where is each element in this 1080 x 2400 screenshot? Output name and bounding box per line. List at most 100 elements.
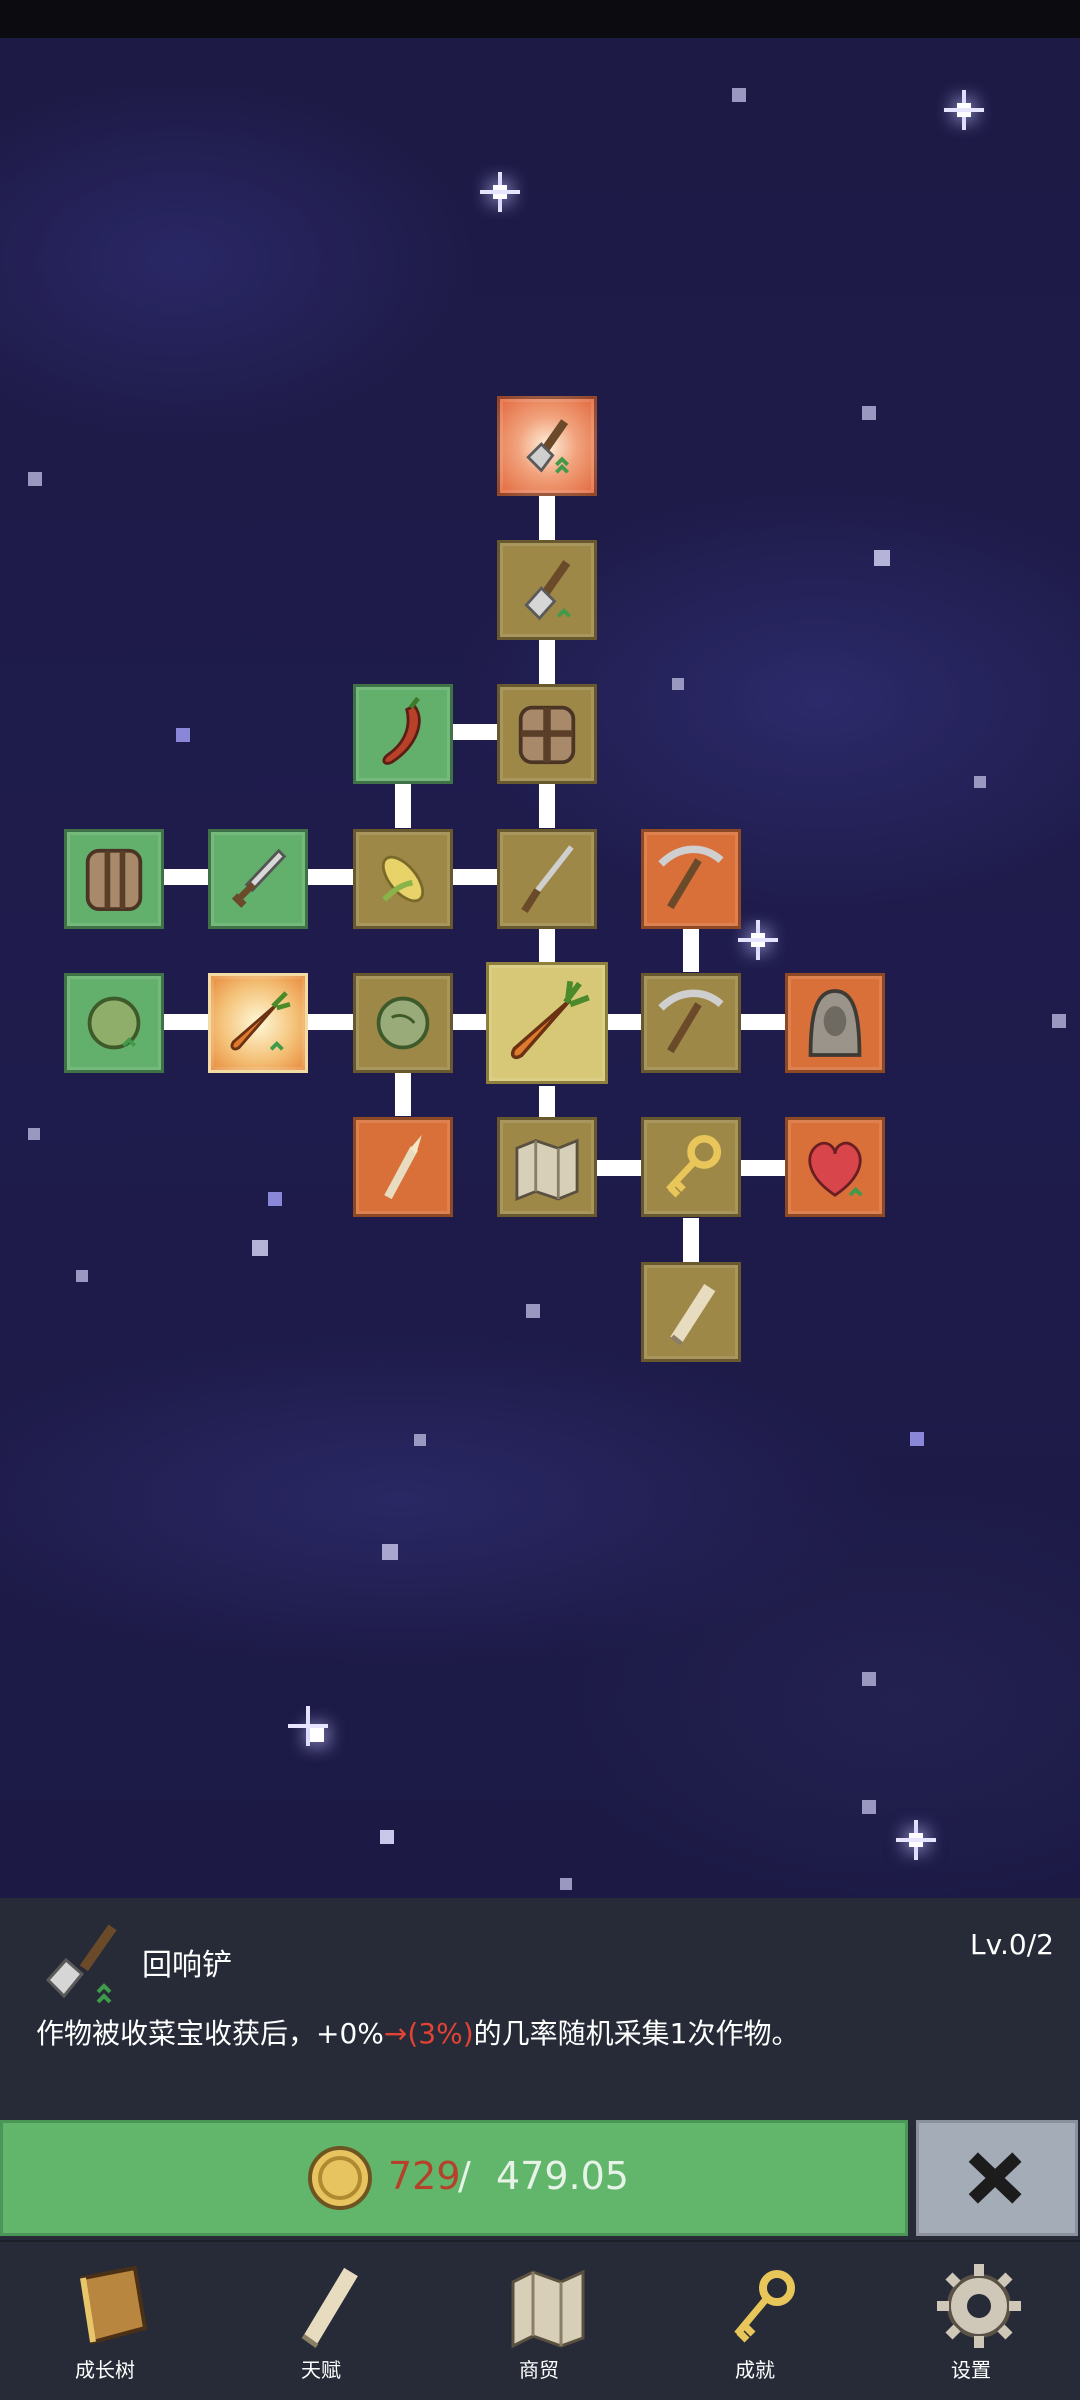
tree-link <box>539 784 555 828</box>
coins-owned: 729 <box>388 2154 461 2198</box>
coin-icon <box>308 2146 372 2210</box>
node-echo-shovel[interactable] <box>497 396 597 496</box>
nav-label: 天赋 <box>301 2358 341 2382</box>
node-key[interactable] <box>641 1117 741 1217</box>
tree-link <box>395 784 411 828</box>
tree-link <box>740 1014 786 1030</box>
node-torch[interactable] <box>353 1117 453 1217</box>
nav-label: 成长树 <box>75 2358 135 2382</box>
star <box>874 550 890 566</box>
nav-settings[interactable]: 设置 <box>896 2250 1046 2390</box>
nav-achievements[interactable]: 成就 <box>680 2250 830 2390</box>
gear-icon <box>937 2264 1021 2348</box>
star <box>974 776 986 788</box>
sparkle-star <box>896 1820 936 1860</box>
node-backpack-left[interactable] <box>64 829 164 929</box>
tree-link <box>539 1086 555 1118</box>
node-sickle[interactable] <box>497 829 597 929</box>
tree-link <box>740 1160 786 1176</box>
scroll-icon <box>670 1284 716 1346</box>
tree-link <box>308 1014 354 1030</box>
star <box>252 1240 268 1256</box>
star <box>380 1830 394 1844</box>
sword-icon <box>231 848 287 908</box>
tree-link <box>164 1014 210 1030</box>
node-hooded-statue[interactable] <box>785 973 885 1073</box>
sparkle-star <box>738 920 778 960</box>
node-backpack-top[interactable] <box>497 684 597 784</box>
desc-text-end: 的几率随机采集1次作物。 <box>473 2017 800 2050</box>
skill-name: 回响铲 <box>142 1948 232 1983</box>
node-carrot-glow[interactable] <box>208 973 308 1073</box>
nav-trade[interactable]: 商贸 <box>464 2250 614 2390</box>
map-icon <box>515 1138 579 1202</box>
backpack-icon <box>518 705 576 765</box>
shovel-icon <box>524 560 571 621</box>
status-bar <box>0 0 1080 38</box>
carrot-icon <box>510 980 590 1060</box>
node-pickaxe[interactable] <box>641 973 741 1073</box>
star <box>732 88 746 102</box>
heart-icon <box>808 1141 863 1197</box>
star <box>382 1544 398 1560</box>
cabbage-icon <box>376 996 430 1050</box>
key-icon <box>666 1135 722 1198</box>
node-scroll[interactable] <box>641 1262 741 1362</box>
skill-level: Lv.0/2 <box>970 1928 1054 1961</box>
tree-link <box>452 724 498 740</box>
node-carrot-center[interactable] <box>486 962 608 1084</box>
star <box>28 1128 40 1140</box>
nav-label: 设置 <box>951 2358 991 2382</box>
cabbage-icon <box>87 996 141 1050</box>
tree-link <box>683 1218 699 1262</box>
close-icon <box>968 2152 1022 2204</box>
star <box>176 728 190 742</box>
node-pickaxe-top[interactable] <box>641 829 741 929</box>
key-icon <box>734 2270 795 2343</box>
skill-description: 作物被收菜宝收获后，+0%→(3%)的几率随机采集1次作物。 <box>36 2012 799 2052</box>
node-map[interactable] <box>497 1117 597 1217</box>
tree-link <box>308 869 354 885</box>
tree-link <box>608 1014 642 1030</box>
upgrade-cost: 479.05 <box>496 2154 629 2198</box>
close-button[interactable] <box>916 2120 1078 2236</box>
node-sword[interactable] <box>208 829 308 929</box>
star <box>526 1304 540 1318</box>
chili-icon <box>382 696 421 765</box>
star <box>268 1192 282 1206</box>
nav-talent[interactable]: 天赋 <box>246 2250 396 2390</box>
tree-link <box>452 1014 488 1030</box>
node-cabbage[interactable] <box>353 973 453 1073</box>
tree-link <box>164 869 210 885</box>
star <box>1052 1014 1066 1028</box>
cost-separator: / <box>458 2154 471 2198</box>
tree-link <box>395 1072 411 1116</box>
pickaxe-icon <box>658 845 724 910</box>
tree-link <box>452 869 498 885</box>
node-cabbage-left[interactable] <box>64 973 164 1073</box>
node-shovel[interactable] <box>497 540 597 640</box>
book-icon <box>80 2265 148 2345</box>
node-chili[interactable] <box>353 684 453 784</box>
star <box>862 1672 876 1686</box>
shovel-icon <box>526 419 570 474</box>
sparkle-star <box>288 1706 348 1766</box>
tree-link <box>539 496 555 540</box>
nav-growth-tree[interactable]: 成长树 <box>30 2250 180 2390</box>
star <box>414 1434 426 1446</box>
tree-link <box>683 928 699 972</box>
nav-label: 成就 <box>735 2358 775 2382</box>
desc-upgrade-value: →(3%) <box>383 2017 474 2050</box>
nav-label: 商贸 <box>519 2358 559 2382</box>
pickaxe-icon <box>658 989 724 1054</box>
star <box>672 678 684 690</box>
star <box>862 406 876 420</box>
desc-text: 作物被收菜宝收获后，+0% <box>36 2017 384 2050</box>
node-heart[interactable] <box>785 1117 885 1217</box>
star <box>910 1432 924 1446</box>
hood-icon <box>808 989 862 1057</box>
node-corn[interactable] <box>353 829 453 929</box>
tree-link <box>539 640 555 684</box>
corn-icon <box>381 855 425 903</box>
tree-link <box>539 928 555 964</box>
